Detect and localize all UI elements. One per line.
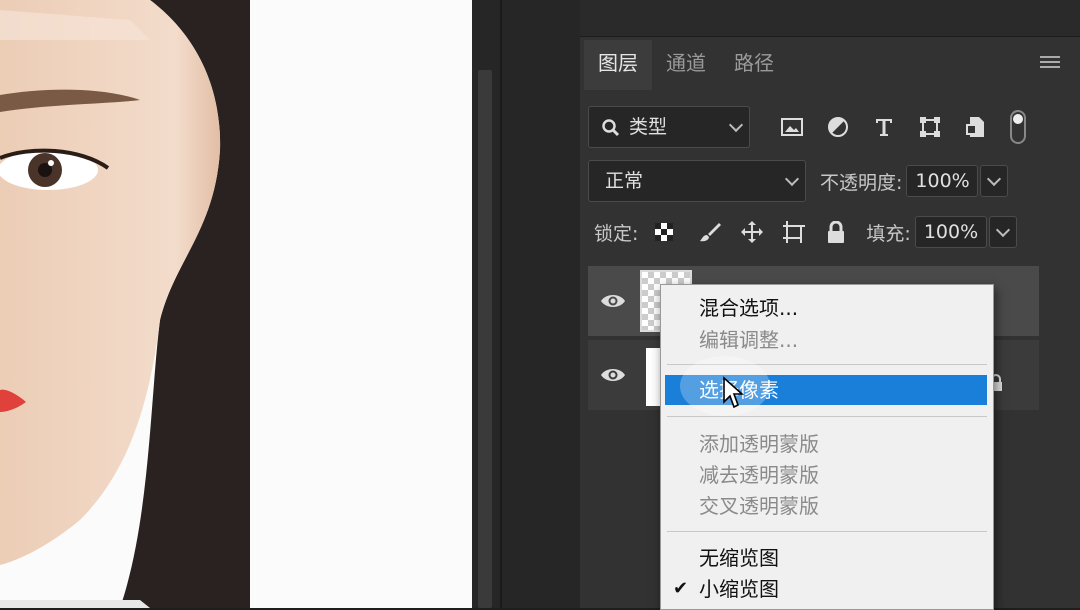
panel-top-bar [580,0,1080,37]
smart-object-filter-icon[interactable] [964,115,988,139]
lock-label: 锁定: [594,222,639,245]
tab-paths[interactable]: 路径 [720,40,788,90]
menu-item-small-thumbnails[interactable]: ✔ 小缩览图 [661,574,993,604]
opacity-label: 不透明度: [820,171,903,194]
panel-gutter [472,0,580,608]
opacity-dropdown-button[interactable] [980,165,1009,197]
filter-row: 类型 [588,106,1026,148]
divider [500,0,502,608]
tab-channels[interactable]: 通道 [652,40,720,90]
visibility-eye-icon[interactable] [600,290,626,312]
menu-item-small-thumbnails-label: 小缩览图 [699,577,779,601]
menu-separator [667,531,987,532]
fill-dropdown-button[interactable] [988,216,1017,248]
menu-item-edit-adjustment[interactable]: 编辑调整... [661,325,993,355]
lock-position-icon[interactable] [740,220,764,244]
search-icon [602,119,620,137]
adjustment-filter-icon[interactable] [826,115,850,139]
menu-item-no-thumbnails[interactable]: 无缩览图 [661,543,993,573]
blend-row: 正常 不透明度: 100% [588,160,1009,202]
portrait-image [0,0,250,608]
blend-mode-value: 正常 [605,170,644,192]
panel-menu-icon[interactable] [1040,56,1060,70]
menu-item-blending-options[interactable]: 混合选项... [661,293,993,323]
menu-item-subtract-transparency-mask[interactable]: 减去透明蒙版 [661,460,993,490]
canvas-area[interactable] [0,0,472,608]
menu-separator [667,416,987,417]
fill-input[interactable]: 100% [914,216,987,248]
menu-item-intersect-transparency-mask[interactable]: 交叉透明蒙版 [661,491,993,521]
blend-mode-select[interactable]: 正常 [588,160,806,202]
lock-transparent-pixels-icon[interactable] [652,220,676,244]
type-filter-icon[interactable] [872,115,896,139]
menu-item-add-transparency-mask[interactable]: 添加透明蒙版 [661,429,993,459]
lock-all-icon[interactable] [824,220,848,244]
tab-layers[interactable]: 图层 [584,40,652,90]
lock-image-pixels-icon[interactable] [698,220,722,244]
layer-context-menu: 混合选项... 编辑调整... 选择像素 添加透明蒙版 减去透明蒙版 交叉透明蒙… [660,284,994,610]
lock-row: 锁定: 填充: 100% [588,216,1017,248]
opacity-input[interactable]: 100% [906,165,979,197]
lock-artboard-icon[interactable] [782,220,806,244]
shape-filter-icon[interactable] [918,115,942,139]
scrollbar[interactable] [478,70,492,608]
filter-kind-select[interactable]: 类型 [588,106,750,148]
visibility-eye-icon[interactable] [600,364,626,386]
fill-label: 填充: [866,222,911,245]
mouse-cursor-icon [723,376,744,409]
filter-toggle-switch[interactable] [1010,110,1026,144]
checkmark-icon: ✔ [673,578,689,599]
pixel-layer-filter-icon[interactable] [780,115,804,139]
filter-buttons [780,110,1026,144]
filter-kind-label: 类型 [629,116,668,138]
panel-tabs: 图层 通道 路径 [584,40,788,90]
